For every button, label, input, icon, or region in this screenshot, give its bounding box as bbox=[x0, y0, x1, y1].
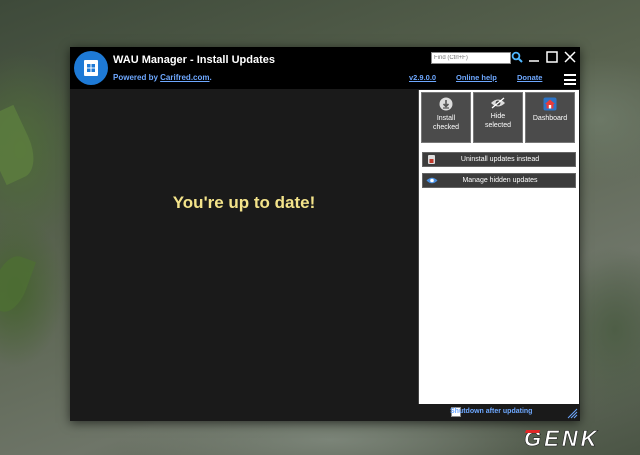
minimize-icon[interactable] bbox=[527, 50, 541, 64]
genk-watermark-logo: GENK bbox=[524, 426, 600, 451]
close-icon[interactable] bbox=[563, 50, 577, 64]
side-panel: Install checked Hide selected Dashboard … bbox=[418, 90, 579, 404]
app-logo-icon bbox=[74, 51, 108, 85]
hide-label-2: selected bbox=[484, 122, 512, 129]
eye-hide-icon bbox=[491, 97, 505, 109]
powered-prefix: Powered by bbox=[113, 73, 158, 82]
online-help-link[interactable]: Online help bbox=[456, 73, 497, 82]
background-leaf bbox=[0, 251, 36, 317]
manage-hidden-label: Manage hidden updates bbox=[462, 177, 538, 184]
window-title: WAU Manager - Install Updates bbox=[113, 54, 275, 66]
uninstall-label: Uninstall updates instead bbox=[460, 156, 540, 163]
shutdown-label: Shutdown after updating bbox=[450, 408, 533, 415]
title-bar: WAU Manager - Install Updates Powered by… bbox=[70, 47, 580, 89]
donate-link[interactable]: Donate bbox=[517, 73, 542, 82]
search-icon[interactable] bbox=[511, 51, 523, 63]
app-window: WAU Manager - Install Updates Powered by… bbox=[70, 47, 580, 421]
hide-label-1: Hide bbox=[490, 113, 506, 120]
download-icon bbox=[439, 97, 453, 111]
install-label-2: checked bbox=[432, 124, 460, 131]
search-input[interactable] bbox=[431, 52, 511, 64]
carifred-link[interactable]: Carifred.com bbox=[160, 73, 209, 82]
dashboard-button[interactable]: Dashboard bbox=[525, 92, 575, 143]
resize-grip-icon[interactable] bbox=[566, 407, 578, 419]
up-to-date-message: You're up to date! bbox=[172, 193, 316, 212]
powered-by: Powered by Carifred.com. bbox=[113, 73, 212, 82]
background-leaf bbox=[0, 104, 43, 186]
home-icon bbox=[543, 97, 557, 111]
svg-text:GENK: GENK bbox=[524, 426, 600, 451]
uninstall-updates-button[interactable]: Uninstall updates instead bbox=[422, 152, 576, 167]
updates-list-area: You're up to date! bbox=[70, 89, 418, 421]
maximize-icon[interactable] bbox=[545, 50, 559, 64]
menu-icon[interactable] bbox=[564, 74, 576, 86]
powered-suffix: . bbox=[209, 73, 212, 82]
version-link[interactable]: v2.9.0.0 bbox=[409, 73, 436, 82]
install-checked-button[interactable]: Install checked bbox=[421, 92, 471, 143]
dashboard-label: Dashboard bbox=[532, 115, 568, 122]
install-label-1: Install bbox=[436, 115, 456, 122]
hide-selected-button[interactable]: Hide selected bbox=[473, 92, 523, 143]
manage-hidden-updates-button[interactable]: Manage hidden updates bbox=[422, 173, 576, 188]
